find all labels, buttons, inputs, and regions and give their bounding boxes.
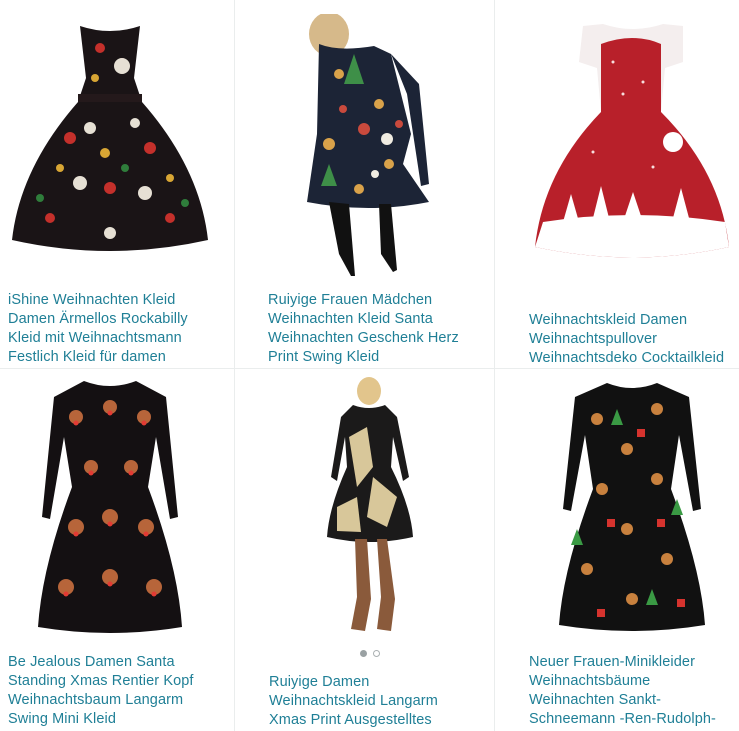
dress-image[interactable] — [299, 14, 435, 279]
product-title[interactable]: iShine Weihnachten Kleid Damen Ärmellos … — [8, 291, 224, 367]
dress-image[interactable] — [327, 377, 413, 639]
product-title[interactable]: Ruiyige Damen Weihnachtskleid Langarm Xm… — [269, 673, 479, 730]
product-title[interactable]: Weihnachtskleid Damen Weihnachtspullover… — [529, 311, 739, 368]
product-card[interactable]: iShine Weihnachten Kleid Damen Ärmellos … — [0, 0, 234, 368]
product-card[interactable]: Ruiyige Damen Weihnachtskleid Langarm Xm… — [235, 369, 494, 731]
carousel-dot-active[interactable] — [360, 650, 367, 657]
product-card[interactable]: Ruiyige Frauen Mädchen Weihnachten Kleid… — [235, 0, 494, 368]
product-card[interactable]: Be Jealous Damen Santa Standing Xmas Ren… — [0, 369, 234, 731]
carousel-indicator — [358, 648, 384, 658]
product-title[interactable]: Neuer Frauen-Minikleider Weihnachtsbäume… — [529, 653, 734, 729]
dress-image[interactable] — [10, 18, 210, 268]
carousel-dot[interactable] — [373, 650, 380, 657]
product-title[interactable]: Ruiyige Frauen Mädchen Weihnachten Kleid… — [268, 291, 483, 367]
dress-image[interactable] — [36, 377, 184, 635]
product-card[interactable]: Weihnachtskleid Damen Weihnachtspullover… — [495, 0, 739, 368]
dress-image[interactable] — [557, 379, 707, 635]
dress-image[interactable] — [533, 22, 733, 272]
product-grid: iShine Weihnachten Kleid Damen Ärmellos … — [0, 0, 739, 731]
product-card[interactable]: Neuer Frauen-Minikleider Weihnachtsbäume… — [495, 369, 739, 731]
product-title[interactable]: Be Jealous Damen Santa Standing Xmas Ren… — [8, 653, 224, 729]
